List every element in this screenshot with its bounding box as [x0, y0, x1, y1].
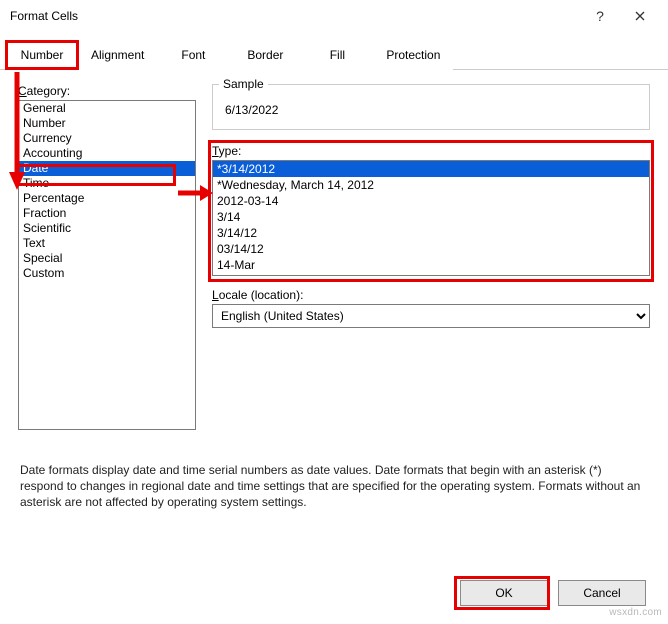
- category-item[interactable]: Fraction: [19, 206, 195, 221]
- watermark: wsxdn.com: [609, 607, 662, 618]
- tab-label: Alignment: [91, 48, 144, 62]
- tab-fill[interactable]: Fill: [301, 41, 373, 70]
- category-item[interactable]: Percentage: [19, 191, 195, 206]
- category-item[interactable]: Scientific: [19, 221, 195, 236]
- tab-label: Number: [21, 48, 64, 62]
- type-item[interactable]: 14-Mar: [213, 257, 649, 273]
- close-button[interactable]: [620, 0, 660, 32]
- dialog-footer: OK Cancel: [460, 580, 646, 606]
- tab-border[interactable]: Border: [229, 41, 301, 70]
- cancel-button[interactable]: Cancel: [558, 580, 646, 606]
- ok-label: OK: [495, 586, 512, 600]
- sample-legend: Sample: [219, 77, 268, 91]
- dialog-body: Category: GeneralNumberCurrencyAccountin…: [0, 70, 668, 438]
- type-item[interactable]: 3/14: [213, 209, 649, 225]
- type-label: Type:: [212, 144, 650, 158]
- category-item[interactable]: Special: [19, 251, 195, 266]
- help-button[interactable]: ?: [580, 0, 620, 32]
- category-listbox[interactable]: GeneralNumberCurrencyAccountingDateTimeP…: [18, 100, 196, 430]
- category-item[interactable]: Currency: [19, 131, 195, 146]
- category-item[interactable]: Text: [19, 236, 195, 251]
- tab-label: Protection: [386, 48, 440, 62]
- tab-alignment[interactable]: Alignment: [78, 41, 157, 70]
- type-item[interactable]: 2012-03-14: [213, 193, 649, 209]
- tab-strip: Number Alignment Font Border Fill Protec…: [0, 40, 668, 70]
- category-item[interactable]: Custom: [19, 266, 195, 281]
- sample-value: 6/13/2022: [223, 101, 639, 119]
- titlebar: Format Cells ?: [0, 0, 668, 32]
- type-item[interactable]: 03/14/12: [213, 241, 649, 257]
- tab-number[interactable]: Number: [6, 41, 78, 70]
- category-item[interactable]: General: [19, 101, 195, 116]
- cancel-label: Cancel: [583, 586, 620, 600]
- type-item[interactable]: 3/14/12: [213, 225, 649, 241]
- category-item[interactable]: Time: [19, 176, 195, 191]
- type-item[interactable]: *3/14/2012: [213, 161, 649, 177]
- close-icon: [635, 8, 645, 24]
- category-item[interactable]: Date: [19, 161, 195, 176]
- locale-label: Locale (location):: [212, 288, 650, 302]
- category-label: Category:: [18, 84, 196, 98]
- tab-protection[interactable]: Protection: [373, 41, 453, 70]
- format-description: Date formats display date and time seria…: [0, 458, 668, 521]
- tab-label: Border: [247, 48, 283, 62]
- help-icon: ?: [596, 8, 604, 24]
- tab-label: Font: [181, 48, 205, 62]
- type-listbox[interactable]: *3/14/2012*Wednesday, March 14, 20122012…: [212, 160, 650, 276]
- category-item[interactable]: Number: [19, 116, 195, 131]
- locale-select[interactable]: English (United States): [212, 304, 650, 328]
- type-item[interactable]: *Wednesday, March 14, 2012: [213, 177, 649, 193]
- sample-group: Sample 6/13/2022: [212, 84, 650, 130]
- tab-label: Fill: [330, 48, 345, 62]
- category-item[interactable]: Accounting: [19, 146, 195, 161]
- ok-button[interactable]: OK: [460, 580, 548, 606]
- tab-font[interactable]: Font: [157, 41, 229, 70]
- dialog-title: Format Cells: [10, 9, 78, 23]
